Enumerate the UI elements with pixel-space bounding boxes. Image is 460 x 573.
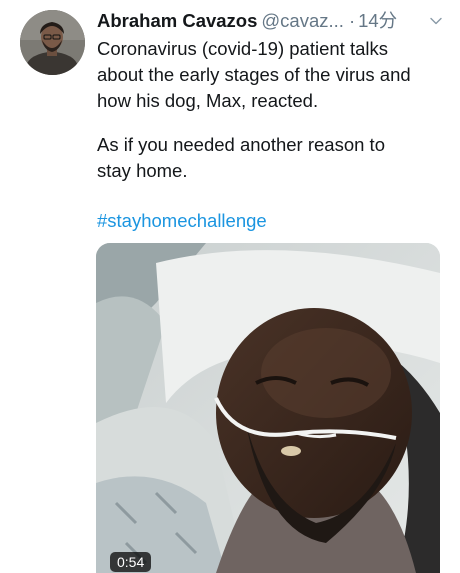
avatar[interactable]: [20, 10, 85, 75]
tweet[interactable]: Abraham Cavazos @cavaz... · 14分 Coronavirus…: [0, 0, 460, 573]
timestamp[interactable]: 14分: [358, 10, 397, 31]
chevron-down-icon[interactable]: [429, 14, 443, 28]
tweet-paragraph-1: Coronavirus (covid-19) patient talks abo…: [97, 38, 411, 111]
separator-dot: ·: [348, 10, 356, 31]
user-avatar-icon: [20, 10, 85, 75]
video-thumbnail-icon: [96, 243, 440, 573]
display-name[interactable]: Abraham Cavazos: [97, 10, 257, 31]
video-player[interactable]: [96, 243, 440, 573]
hashtag-link[interactable]: #stayhomechallenge: [97, 208, 267, 234]
user-handle[interactable]: @cavaz...: [261, 10, 344, 31]
tweet-text: Coronavirus (covid-19) patient talks abo…: [97, 36, 442, 184]
video-duration-badge: 0:54: [110, 552, 152, 572]
tweet-header: Abraham Cavazos @cavaz... · 14分: [97, 8, 447, 34]
tweet-paragraph-2: As if you needed another reason to stay …: [97, 134, 385, 181]
